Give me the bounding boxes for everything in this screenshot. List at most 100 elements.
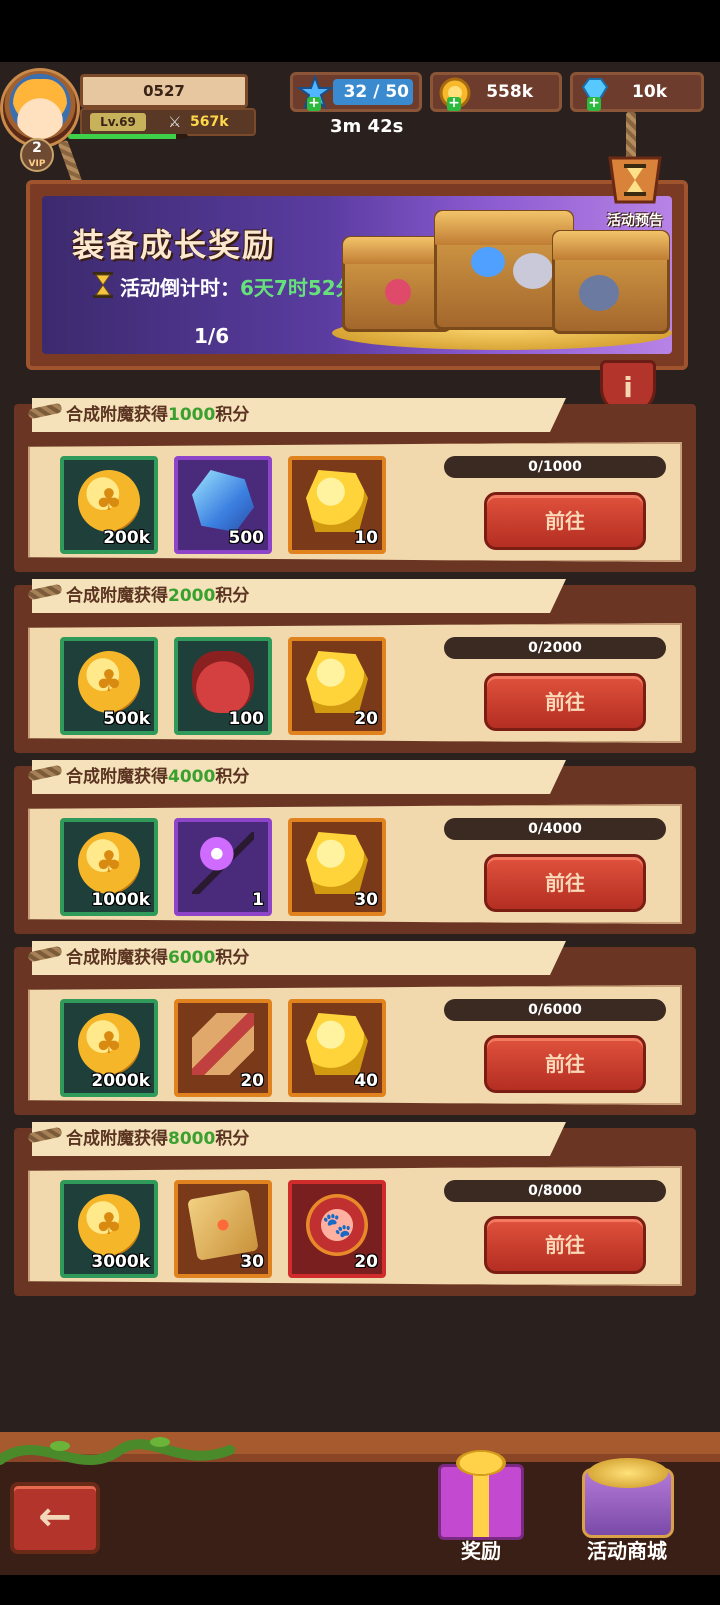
shop-coins: [588, 1458, 668, 1488]
reward-item[interactable]: 500: [174, 456, 272, 554]
energy-value: 32 / 50: [344, 75, 409, 109]
back-arrow-icon: ←: [38, 1494, 72, 1540]
reward-item[interactable]: 1: [174, 818, 272, 916]
task-card: 合成附魔获得4000积分 1000k 1 30 0/4000 前往: [14, 760, 696, 934]
back-button[interactable]: ←: [10, 1482, 100, 1554]
chest-gem: [471, 247, 505, 277]
reward-item[interactable]: 40: [288, 999, 386, 1097]
diamond-resource[interactable]: + 10k: [570, 72, 704, 112]
go-button[interactable]: 前往: [484, 492, 646, 550]
page-indicator: 1/6: [194, 324, 230, 348]
event-preview-button[interactable]: 活动预告: [590, 150, 680, 230]
diamond-value: 10k: [632, 82, 667, 102]
task-title: 合成附魔获得1000积分: [66, 402, 249, 428]
treasure-chest-icon: [552, 230, 670, 334]
avatar-portrait: [13, 79, 67, 139]
vip-badge[interactable]: 2 VIP: [20, 138, 54, 172]
reward-item[interactable]: 100: [174, 637, 272, 735]
task-title-suffix: 积分: [215, 586, 250, 606]
add-gold-icon[interactable]: +: [447, 96, 461, 111]
task-card: 合成附魔获得8000积分 3000k 30 20 0/8000 前往: [14, 1122, 696, 1296]
energy-resource[interactable]: + 32 / 50: [290, 72, 422, 112]
chest-gem: [513, 253, 553, 289]
energy-separator: /: [373, 82, 380, 102]
player-id: 0527: [80, 74, 248, 108]
reward-count: 500: [228, 528, 265, 548]
countdown-value: 6天7时52分: [240, 276, 356, 300]
energy-current: 32: [343, 82, 368, 102]
paw-token-icon: [306, 1194, 368, 1256]
task-title-prefix: 合成附魔获得: [66, 1129, 168, 1149]
go-button[interactable]: 前往: [484, 1035, 646, 1093]
reward-item[interactable]: 20: [288, 1180, 386, 1278]
go-button[interactable]: 前往: [484, 1216, 646, 1274]
xp-bar: [68, 134, 188, 139]
reward-count: 1000k: [91, 890, 150, 910]
go-button[interactable]: 前往: [484, 673, 646, 731]
reward-item[interactable]: 10: [288, 456, 386, 554]
gold-ore-icon: [306, 832, 368, 894]
red-bag-icon: [192, 651, 254, 713]
go-button[interactable]: 前往: [484, 854, 646, 912]
reward-item[interactable]: 1000k: [60, 818, 158, 916]
task-progress-bar: 0/6000: [444, 999, 666, 1021]
gold-coin-icon: [78, 832, 140, 894]
event-countdown: 活动倒计时：6天7时52分: [120, 272, 356, 301]
reward-count: 40: [354, 1071, 378, 1091]
chest-gem: [385, 279, 411, 305]
reward-count: 3000k: [91, 1252, 150, 1272]
reward-item[interactable]: 20: [174, 999, 272, 1097]
hourglass-banner-icon: [608, 156, 662, 204]
task-title-prefix: 合成附魔获得: [66, 948, 168, 968]
gem-box-icon: [187, 1189, 259, 1261]
task-progress-text: 0/6000: [528, 1002, 582, 1018]
reward-count: 30: [240, 1252, 264, 1272]
vip-label: VIP: [28, 159, 46, 169]
task-card: 合成附魔获得6000积分 2000k 20 40 0/6000 前往: [14, 941, 696, 1115]
magic-staff-icon: [192, 832, 254, 894]
task-points: 6000: [168, 948, 216, 968]
event-banner: 装备成长奖励 活动倒计时：6天7时52分 1/6: [26, 180, 688, 370]
reward-item[interactable]: 2000k: [60, 999, 158, 1097]
countdown-label: 活动倒计时：: [120, 276, 240, 300]
reward-count: 1: [252, 890, 264, 910]
level-plate: Lv.69 ⚔ 567k: [80, 108, 256, 136]
task-points: 1000: [168, 405, 216, 425]
energy-timer: 3m 42s: [330, 116, 404, 137]
crossed-swords-icon: ⚔: [168, 113, 182, 131]
gold-coin-icon: [78, 470, 140, 532]
task-title-suffix: 积分: [215, 767, 250, 787]
blue-crystal-icon: [192, 470, 254, 532]
task-progress-bar: 0/1000: [444, 456, 666, 478]
task-progress-text: 0/4000: [528, 821, 582, 837]
event-shop-nav-label: 活动商城: [587, 1539, 667, 1563]
reward-item[interactable]: 30: [174, 1180, 272, 1278]
rewards-nav-button[interactable]: 奖励: [416, 1448, 546, 1568]
task-title: 合成附魔获得6000积分: [66, 945, 249, 971]
reward-count: 20: [240, 1071, 264, 1091]
reward-item[interactable]: 200k: [60, 456, 158, 554]
reward-item[interactable]: 20: [288, 637, 386, 735]
player-avatar[interactable]: [0, 68, 80, 148]
status-bar: [0, 0, 720, 62]
event-title: 装备成长奖励: [72, 226, 277, 264]
reward-count: 30: [354, 890, 378, 910]
rose-scroll-icon: [192, 1013, 254, 1075]
task-progress-text: 0/2000: [528, 640, 582, 656]
reward-item[interactable]: 500k: [60, 637, 158, 735]
gold-coin-icon: [78, 1194, 140, 1256]
add-energy-icon[interactable]: +: [307, 96, 321, 111]
task-title-suffix: 积分: [215, 405, 250, 425]
hourglass-icon: [93, 272, 113, 298]
reward-item[interactable]: 30: [288, 818, 386, 916]
task-title-prefix: 合成附魔获得: [66, 405, 168, 425]
add-diamond-icon[interactable]: +: [587, 96, 601, 111]
reward-item[interactable]: 3000k: [60, 1180, 158, 1278]
gold-resource[interactable]: + 558k: [430, 72, 562, 112]
reward-count: 2000k: [91, 1071, 150, 1091]
event-shop-nav-button[interactable]: 活动商城: [562, 1448, 692, 1568]
task-title: 合成附魔获得2000积分: [66, 583, 249, 609]
reward-count: 20: [354, 1252, 378, 1272]
task-points: 4000: [168, 767, 216, 787]
task-title-suffix: 积分: [215, 1129, 250, 1149]
